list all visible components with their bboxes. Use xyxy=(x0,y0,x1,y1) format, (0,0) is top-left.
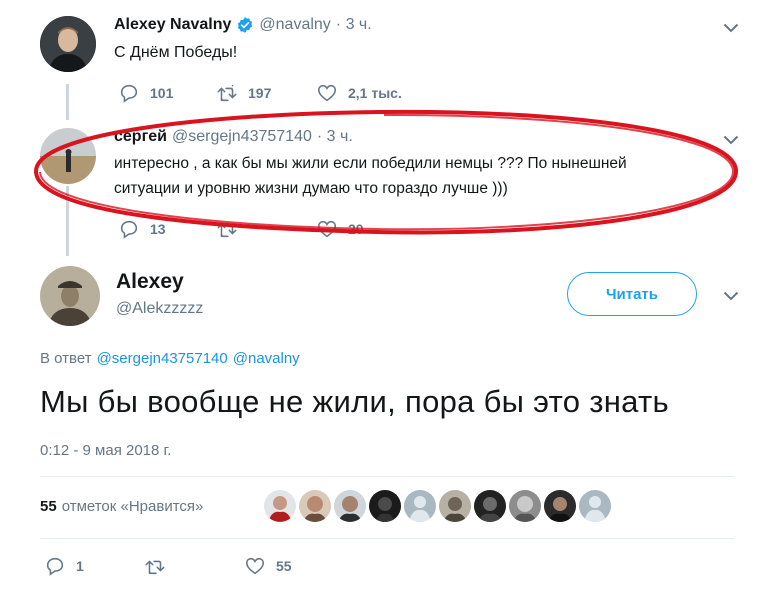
tweet-timestamp[interactable]: 0:12 - 9 мая 2018 г. xyxy=(40,442,171,459)
main-retweet-action[interactable] xyxy=(144,555,166,577)
retweet-icon xyxy=(145,560,165,575)
liker-avatar[interactable] xyxy=(369,490,401,522)
main-like-count: 55 xyxy=(276,558,292,574)
tweet2-reply-action[interactable]: 13 xyxy=(118,218,166,240)
chevron-down-icon[interactable] xyxy=(723,291,739,301)
tweet2-header: сергей @sergejn43757140 · 3 ч. xyxy=(114,128,353,146)
tweet1-author-name[interactable]: Alexey Navalny xyxy=(114,16,231,34)
liker-avatar[interactable] xyxy=(334,490,366,522)
tweet2-handle[interactable]: @sergejn43757140 xyxy=(172,128,312,146)
like-icon xyxy=(317,220,337,238)
tweet1-text: С Днём Победы! xyxy=(114,44,238,61)
reply-context: В ответ @sergejn43757140 @navalny xyxy=(40,350,300,367)
reply-prefix: В ответ xyxy=(40,350,92,367)
tweet2-time[interactable]: · 3 ч. xyxy=(317,128,353,146)
reply-icon xyxy=(120,84,138,103)
likes-summary-count: 55 xyxy=(40,498,57,515)
divider-bottom xyxy=(40,538,734,539)
tweet2-retweet-action[interactable] xyxy=(216,218,238,240)
tweet1-like-action[interactable]: 2,1 тыс. xyxy=(316,82,402,104)
divider-top xyxy=(40,476,734,477)
tweet2-like-count: 20 xyxy=(348,221,364,237)
like-icon xyxy=(317,84,337,102)
main-like-action[interactable]: 55 xyxy=(244,555,292,577)
reply-mention-sergejn[interactable]: @sergejn43757140 xyxy=(97,350,228,367)
tweet1-time[interactable]: · 3 ч. xyxy=(336,16,372,34)
avatar-navalny[interactable] xyxy=(40,16,96,72)
thread-line-top xyxy=(66,84,69,120)
reply-mention-navalny[interactable]: @navalny xyxy=(233,350,300,367)
verified-badge-icon xyxy=(236,16,254,34)
main-author-handle[interactable]: @Alekzzzzz xyxy=(116,300,203,318)
liker-avatar[interactable] xyxy=(544,490,576,522)
tweet1-retweet-action[interactable]: 197 xyxy=(216,82,271,104)
liker-avatar[interactable] xyxy=(579,490,611,522)
tweet2-author-name[interactable]: сергей xyxy=(114,128,167,146)
chevron-down-icon[interactable] xyxy=(723,135,739,145)
retweet-icon xyxy=(217,84,237,102)
liker-avatar[interactable] xyxy=(404,490,436,522)
chevron-down-icon[interactable] xyxy=(723,23,739,33)
tweet2-like-action[interactable]: 20 xyxy=(316,218,364,240)
liker-avatar[interactable] xyxy=(509,490,541,522)
tweet2-reply-count: 13 xyxy=(150,221,166,237)
liker-avatar[interactable] xyxy=(299,490,331,522)
main-reply-action[interactable]: 1 xyxy=(44,555,84,577)
tweet2-text-line1: интересно , а как бы мы жили если победи… xyxy=(114,155,627,172)
reply-icon xyxy=(120,220,138,239)
likes-summary[interactable]: 55 отметок «Нравится» xyxy=(40,498,203,515)
tweet1-header: Alexey Navalny @navalny · 3 ч. xyxy=(114,16,372,34)
follow-button[interactable]: Читать xyxy=(567,272,697,316)
thread-line-middle xyxy=(66,186,69,256)
tweet1-like-count: 2,1 тыс. xyxy=(348,85,402,101)
main-tweet-text: Мы бы вообще не жили, пора бы это знать xyxy=(40,384,669,419)
liker-avatar[interactable] xyxy=(474,490,506,522)
avatar-alexey[interactable] xyxy=(40,266,100,326)
main-reply-count: 1 xyxy=(76,558,84,574)
liker-avatar[interactable] xyxy=(264,490,296,522)
likes-summary-label: отметок «Нравится» xyxy=(61,498,204,515)
avatar-sergey[interactable] xyxy=(40,128,96,184)
retweet-icon xyxy=(217,223,237,238)
reply-icon xyxy=(46,557,64,576)
tweet1-reply-action[interactable]: 101 xyxy=(118,82,173,104)
like-icon xyxy=(245,557,265,575)
likers-avatars xyxy=(264,490,611,522)
tweet1-reply-count: 101 xyxy=(150,85,174,101)
liker-avatar[interactable] xyxy=(439,490,471,522)
main-author-name[interactable]: Alexey xyxy=(116,270,184,294)
tweet1-retweet-count: 197 xyxy=(248,85,272,101)
tweet1-handle[interactable]: @navalny xyxy=(259,16,330,34)
tweet2-text-line2: ситуации и уровню жизни думаю что горазд… xyxy=(114,180,508,197)
